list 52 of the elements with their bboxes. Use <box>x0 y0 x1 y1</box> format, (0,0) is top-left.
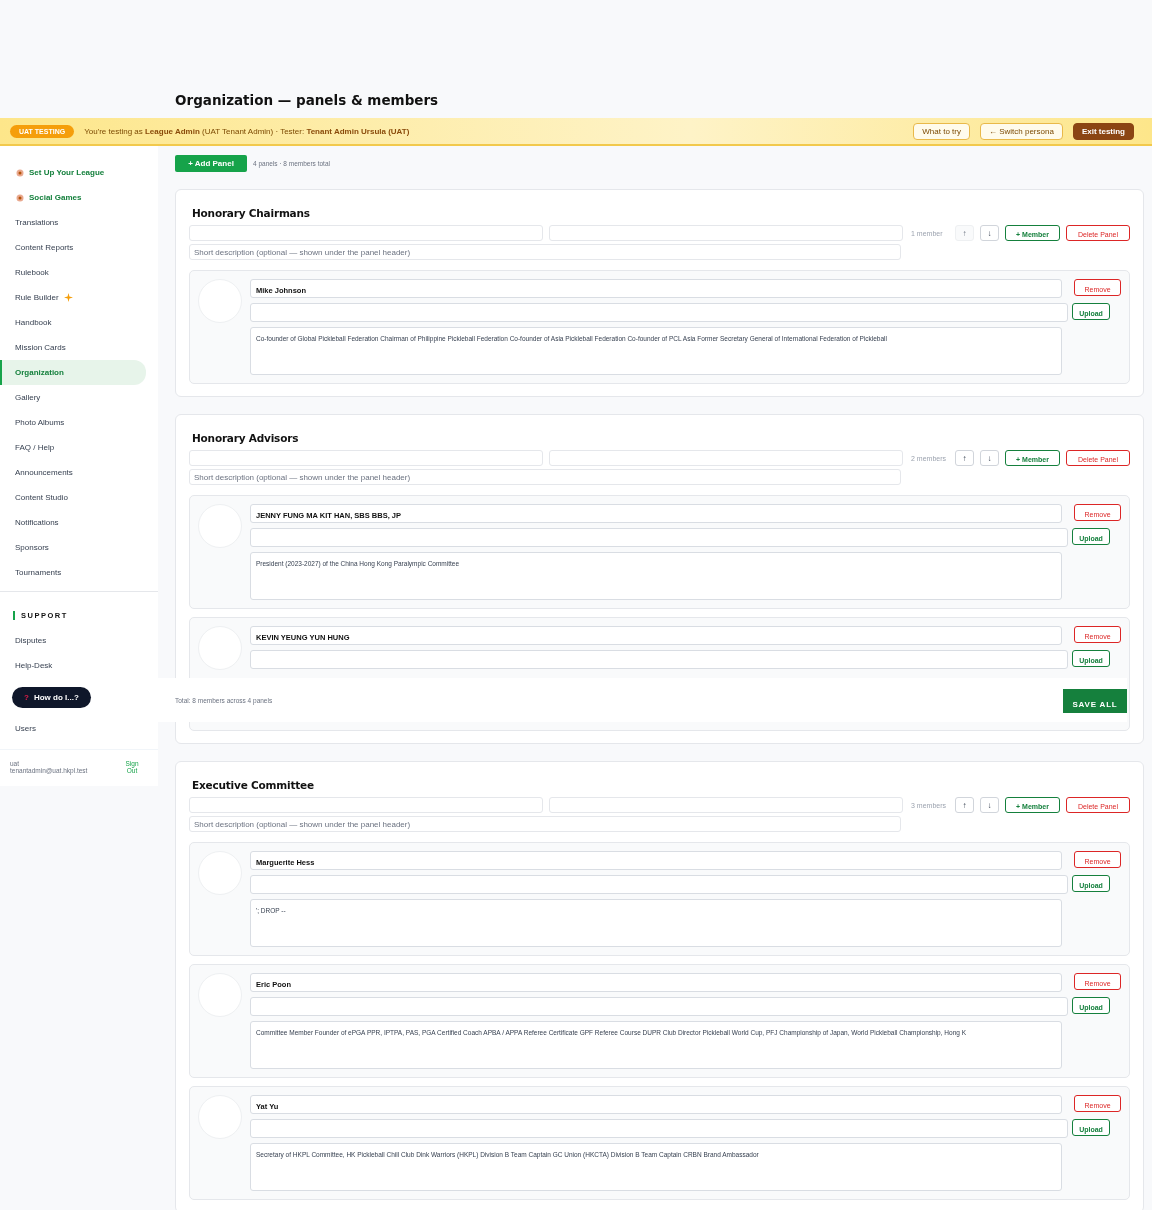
panel-name-field[interactable] <box>189 225 543 241</box>
sparkle-icon <box>63 293 73 302</box>
panel-description-field[interactable]: Short description (optional — shown under the panel header) <box>189 469 901 485</box>
photo-url-field[interactable] <box>250 997 1068 1016</box>
panel-title: Honorary Chairmans <box>192 207 311 219</box>
banner-button[interactable]: ← Switch persona <box>979 122 1063 140</box>
nav-item[interactable]: Sponsors <box>0 535 146 560</box>
nav-item[interactable]: Users <box>0 716 146 741</box>
move-down-button[interactable]: ↓ <box>980 450 999 466</box>
photo-url-field[interactable] <box>250 528 1068 547</box>
nav-item[interactable]: Set Up Your League <box>0 160 146 185</box>
panel-description-field[interactable]: Short description (optional — shown under the panel header) <box>189 244 901 260</box>
nav-item[interactable]: Gallery <box>0 385 146 410</box>
nav-item[interactable]: Help-Desk <box>0 653 146 678</box>
photo-url-field[interactable] <box>250 650 1068 669</box>
nav-item[interactable]: Announcements <box>0 460 146 485</box>
nav-item[interactable]: FAQ / Help <box>0 435 146 460</box>
nav-item[interactable]: Rulebook <box>0 260 146 285</box>
nav-item[interactable]: Content Reports <box>0 235 146 260</box>
panel-description-field[interactable]: Short description (optional — shown under the panel header) <box>189 816 901 832</box>
save-all-button[interactable]: SAVE ALL <box>1063 689 1127 713</box>
uat-message: You're testing as League Admin (UAT Tenant Admin) · Tester: Tenant Admin Ursula (UAT) <box>84 126 411 136</box>
panel-name-field[interactable] <box>549 797 903 813</box>
move-up-button[interactable]: ↑ <box>955 797 974 813</box>
nav-item[interactable]: Social Games <box>0 185 146 210</box>
nav-item[interactable]: Disputes <box>0 628 146 653</box>
move-up-button[interactable]: ↑ <box>955 450 974 466</box>
nav-item[interactable]: Organization <box>0 360 146 385</box>
photo-url-field[interactable] <box>250 1119 1068 1138</box>
photo-url-field[interactable] <box>250 303 1068 322</box>
nav-item[interactable]: Notifications <box>0 510 146 535</box>
section-marker <box>13 610 15 620</box>
page-title: Organization — panels & members <box>174 92 440 110</box>
exit-testing-button[interactable]: Exit testing <box>1072 122 1134 140</box>
photo-url-field[interactable] <box>250 875 1068 894</box>
nav-item[interactable]: Rule Builder <box>0 285 146 310</box>
panel-name-field[interactable] <box>189 450 543 466</box>
nav-item[interactable]: Photo Albums <box>0 410 146 435</box>
panel-title: Executive Committee <box>192 779 315 791</box>
nav-item[interactable]: Translations <box>0 210 146 235</box>
banner-button[interactable]: What to try <box>913 122 970 140</box>
help-button[interactable]: ? How do I...? <box>12 687 91 708</box>
panel-title: Honorary Advisors <box>192 432 300 444</box>
move-down-button[interactable]: ↓ <box>980 225 999 241</box>
nav-item[interactable]: Mission Cards <box>0 335 146 360</box>
nav-item[interactable]: Handbook <box>0 310 146 335</box>
panel-name-field[interactable] <box>189 797 543 813</box>
move-down-button[interactable]: ↓ <box>980 797 999 813</box>
nav-item[interactable]: Tournaments <box>0 560 146 585</box>
panel-name-field[interactable] <box>549 450 903 466</box>
nav-item[interactable]: Content Studio <box>0 485 146 510</box>
panel-name-field[interactable] <box>549 225 903 241</box>
